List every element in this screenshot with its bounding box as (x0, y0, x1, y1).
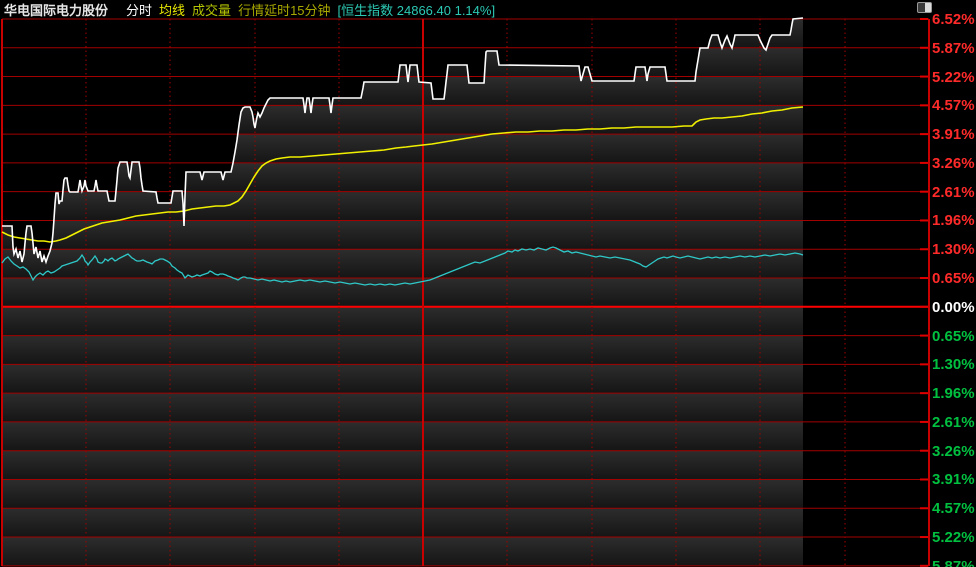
stock-name: 华电国际电力股份 (4, 0, 108, 19)
tab-moving-average[interactable]: 均线 (159, 0, 185, 19)
chart-header: 华电国际电力股份 分时 均线 成交量 行情延时15分钟 [恒生指数 24866.… (0, 0, 976, 18)
tab-timeline[interactable]: 分时 (126, 0, 152, 19)
chart-svg (0, 0, 976, 567)
intraday-chart-canvas[interactable] (0, 0, 976, 567)
quote-delay-notice: 行情延时15分钟 (238, 0, 330, 19)
stock-app-screen: 6.52%5.87%5.22%4.57%3.91%3.26%2.61%1.96%… (0, 0, 976, 567)
panel-toggle-icon[interactable] (917, 2, 932, 13)
hang-seng-index-quote: [恒生指数 24866.40 1.14%] (338, 0, 496, 19)
price-area-fill (2, 18, 803, 566)
tab-volume[interactable]: 成交量 (192, 0, 231, 19)
